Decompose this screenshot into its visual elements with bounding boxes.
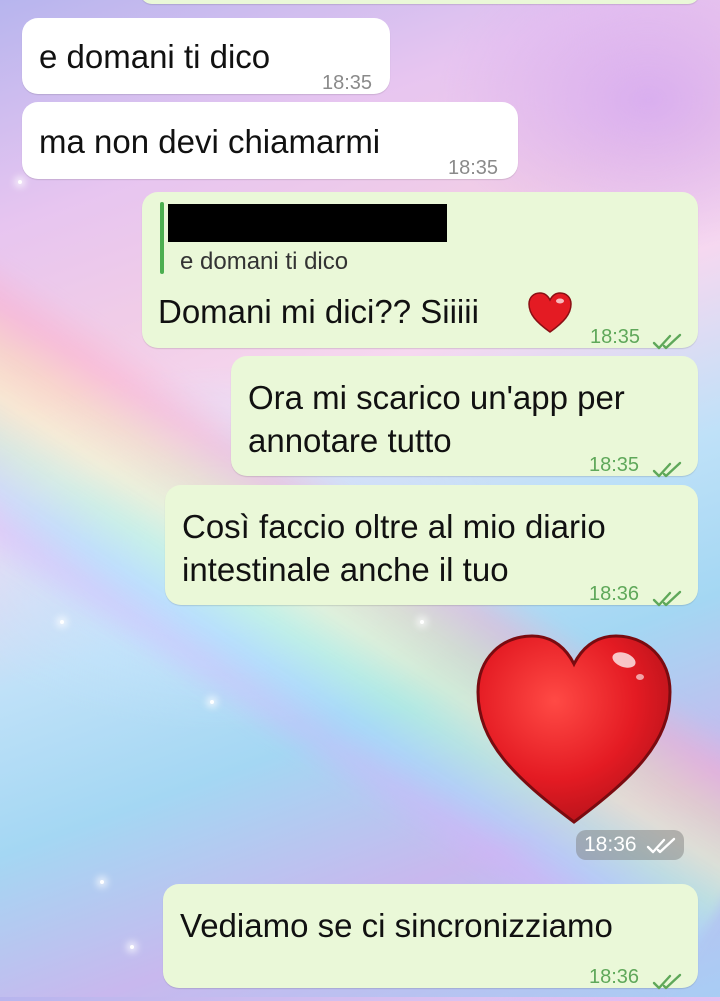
message-time: 18:35 <box>590 326 641 348</box>
message-text: Così faccio oltre al mio diario intestin… <box>182 508 606 588</box>
sparkle-decoration <box>420 620 424 624</box>
read-double-tick-icon <box>652 575 684 618</box>
quoted-text: e domani ti dico <box>180 248 349 275</box>
message-text: Vediamo se ci sincronizziamo <box>180 907 613 944</box>
large-heart-emoji <box>476 634 672 824</box>
message-text: e domani ti dico <box>39 38 271 75</box>
redacted-author-name <box>168 204 447 242</box>
outgoing-message-bubble[interactable]: Vediamo se ci sincronizziamo 18:36 <box>163 884 698 990</box>
sparkle-decoration <box>210 700 214 704</box>
large-heart-emoji-message[interactable] <box>474 632 674 827</box>
outgoing-message-bubble[interactable]: Così faccio oltre al mio diario intestin… <box>165 485 698 607</box>
outgoing-message-bubble[interactable]: Ora mi scarico un'app per annotare tutto… <box>231 356 698 478</box>
message-time: 18:35 <box>448 157 499 179</box>
incoming-message-bubble[interactable]: e domani ti dico 18:35 <box>22 18 390 94</box>
message-text: ma non devi chiamarmi <box>39 123 381 160</box>
sparkle-decoration <box>130 945 134 949</box>
message-text: Domani mi dici?? Siiiii <box>158 293 479 330</box>
read-double-tick-icon <box>652 446 684 489</box>
outgoing-reply-bubble[interactable]: e domani ti dico Domani mi dici?? Siiiii… <box>142 192 698 350</box>
message-time: 18:36 <box>589 583 640 605</box>
sparkle-decoration <box>100 880 104 884</box>
message-time: 18:35 <box>589 454 640 476</box>
quote-accent-bar <box>160 202 164 274</box>
sparkle-decoration <box>60 620 64 624</box>
sparkle-decoration <box>18 180 22 184</box>
message-time: 18:35 <box>322 72 373 94</box>
heart-emoji <box>528 292 572 334</box>
message-text: Ora mi scarico un'app per annotare tutto <box>248 379 625 459</box>
read-double-tick-icon <box>646 837 678 860</box>
read-double-tick-icon <box>652 318 684 361</box>
read-double-tick-icon <box>652 958 684 1001</box>
message-time: 18:36 <box>584 833 637 856</box>
incoming-message-bubble[interactable]: ma non devi chiamarmi 18:35 <box>22 102 518 179</box>
quoted-message[interactable]: e domani ti dico <box>160 202 695 275</box>
previous-message-bubble-edge <box>140 0 700 4</box>
sticker-time-badge: 18:36 <box>576 830 684 860</box>
message-time: 18:36 <box>589 966 640 988</box>
